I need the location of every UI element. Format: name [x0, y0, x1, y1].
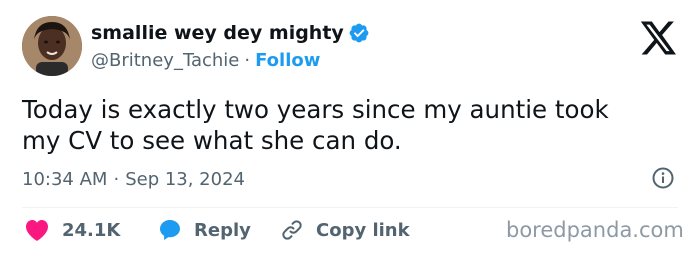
follow-button[interactable]: Follow	[255, 50, 320, 71]
author-handle-row: @Britney_Tachie · Follow	[91, 47, 320, 73]
tweet-text: Today is exactly two years since my aunt…	[22, 94, 662, 156]
avatar[interactable]	[22, 16, 82, 76]
copy-link-button[interactable]: Copy link	[280, 216, 410, 244]
heart-icon	[24, 218, 50, 242]
link-icon	[280, 218, 304, 242]
divider	[22, 207, 678, 208]
tweet-text-line: Today is exactly two years since my aunt…	[22, 95, 609, 124]
verified-badge-icon	[348, 22, 370, 44]
x-logo-icon[interactable]	[637, 20, 677, 56]
author-handle[interactable]: @Britney_Tachie	[91, 50, 239, 71]
reply-button[interactable]: Reply	[158, 216, 251, 244]
reply-bubble-icon	[158, 218, 182, 242]
tweet-text-line: my CV to see what she can do.	[22, 126, 402, 155]
info-icon[interactable]	[651, 166, 675, 190]
tweet-timestamp[interactable]: 10:34 AM · Sep 13, 2024	[22, 166, 245, 192]
tweet-time: 10:34 AM	[22, 168, 108, 190]
reply-label: Reply	[194, 219, 251, 241]
like-button[interactable]: 24.1K	[24, 216, 120, 244]
author-display-name[interactable]: smallie wey dey mighty	[91, 22, 344, 44]
watermark: boredpanda.com	[506, 218, 684, 242]
tweet-date: Sep 13, 2024	[125, 168, 245, 190]
handle-separator: ·	[244, 49, 251, 71]
like-count: 24.1K	[62, 219, 121, 241]
copy-link-label: Copy link	[316, 219, 410, 241]
timestamp-separator: ·	[113, 168, 120, 190]
author-name-row: smallie wey dey mighty	[91, 20, 370, 46]
